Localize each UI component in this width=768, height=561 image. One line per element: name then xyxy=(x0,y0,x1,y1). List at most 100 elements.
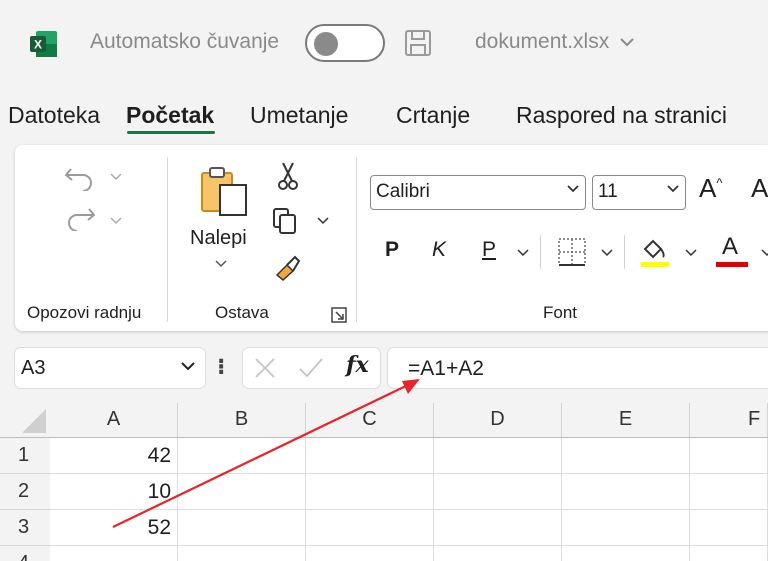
filename-button[interactable]: dokument.xlsx xyxy=(475,30,635,54)
paste-icon[interactable] xyxy=(200,165,250,217)
underline-chevron-icon[interactable] xyxy=(517,249,529,257)
cell-b3[interactable] xyxy=(178,510,306,546)
more-options-icon[interactable]: ⁝ xyxy=(217,354,225,380)
row-header-2[interactable]: 2 xyxy=(0,474,50,510)
select-all-corner[interactable] xyxy=(0,403,50,437)
undo-icon[interactable] xyxy=(63,165,97,191)
cell-d3[interactable] xyxy=(434,510,562,546)
font-group-label: Font xyxy=(543,303,578,322)
select-all-triangle-icon xyxy=(22,409,46,433)
save-icon[interactable] xyxy=(403,28,433,58)
chevron-down-icon xyxy=(181,362,195,371)
cell-e2[interactable] xyxy=(562,474,690,510)
undo-group-label: Opozovi radnju xyxy=(27,303,142,322)
tab-umetanje[interactable]: Umetanje xyxy=(250,102,348,129)
autosave-label: Automatsko čuvanje xyxy=(90,30,280,53)
svg-text:X: X xyxy=(34,38,42,52)
group-separator xyxy=(167,157,168,322)
cell-d2[interactable] xyxy=(434,474,562,510)
undo-chevron-icon[interactable] xyxy=(110,173,122,181)
bold-button[interactable]: P xyxy=(385,238,399,262)
cell-a3[interactable]: 52 xyxy=(50,510,178,546)
copy-chevron-icon[interactable] xyxy=(317,217,329,225)
column-header-d[interactable]: D xyxy=(434,403,562,437)
cell-c1[interactable] xyxy=(306,438,434,474)
font-color-button[interactable]: A xyxy=(722,233,738,261)
clipboard-group-label: Ostava xyxy=(215,303,269,322)
spreadsheet-grid: A B C D E F 1 2 3 4 42 10 52 xyxy=(0,403,768,561)
copy-icon[interactable] xyxy=(271,207,299,235)
cell-f2[interactable] xyxy=(690,474,768,510)
cell-d1[interactable] xyxy=(434,438,562,474)
font-size-value: 11 xyxy=(598,181,618,202)
title-bar: X Automatsko čuvanje dokument.xlsx xyxy=(0,0,768,90)
name-box[interactable]: A3 xyxy=(15,348,205,388)
format-painter-icon[interactable] xyxy=(273,253,301,281)
borders-icon[interactable] xyxy=(557,237,587,267)
cell-e4[interactable] xyxy=(562,546,690,561)
italic-button[interactable]: K xyxy=(432,238,446,262)
font-color-chevron-icon[interactable] xyxy=(761,249,768,257)
tab-raspored[interactable]: Raspored na stranici xyxy=(516,102,727,129)
fill-color-chevron-icon[interactable] xyxy=(685,249,697,257)
cell-c4[interactable] xyxy=(306,546,434,561)
cell-f3[interactable] xyxy=(690,510,768,546)
row-header-3[interactable]: 3 xyxy=(0,510,50,546)
column-header-b[interactable]: B xyxy=(178,403,306,437)
row-header-1[interactable]: 1 xyxy=(0,438,50,474)
formula-input[interactable]: =A1+A2 xyxy=(388,348,768,388)
cell-b2[interactable] xyxy=(178,474,306,510)
formula-controls: fx xyxy=(243,348,380,388)
autosave-toggle[interactable] xyxy=(305,24,385,62)
shrink-font-letter: A xyxy=(751,173,768,203)
redo-icon[interactable] xyxy=(63,205,97,231)
insert-function-button[interactable]: fx xyxy=(346,352,369,378)
cell-a4[interactable] xyxy=(50,546,178,561)
group-separator xyxy=(356,157,357,322)
separator xyxy=(540,235,541,269)
tab-crtanje[interactable]: Crtanje xyxy=(396,102,470,129)
column-header-c[interactable]: C xyxy=(306,403,434,437)
cancel-icon[interactable] xyxy=(253,356,277,380)
caret-up-icon: ^ xyxy=(716,175,723,191)
row-header-4[interactable]: 4 xyxy=(0,546,50,561)
font-name-value: Calibri xyxy=(376,181,430,202)
tab-pocetak[interactable]: Početak xyxy=(126,102,214,129)
column-header-a[interactable]: A xyxy=(50,403,178,437)
paste-button-label[interactable]: Nalepi xyxy=(190,227,247,250)
underline-button[interactable]: P xyxy=(482,238,496,262)
name-box-value: A3 xyxy=(21,357,46,379)
font-size-dropdown[interactable]: 11 xyxy=(592,175,686,210)
enter-check-icon[interactable] xyxy=(298,356,324,380)
cell-a1[interactable]: 42 xyxy=(50,438,178,474)
tab-datoteka[interactable]: Datoteka xyxy=(8,102,100,129)
grow-font-button[interactable]: A^ xyxy=(699,173,722,204)
cell-d4[interactable] xyxy=(434,546,562,561)
dialog-launcher-icon[interactable] xyxy=(331,307,347,323)
separator xyxy=(624,235,625,269)
cell-f4[interactable] xyxy=(690,546,768,561)
cut-icon[interactable] xyxy=(277,161,299,191)
paste-chevron-icon[interactable] xyxy=(215,260,227,268)
font-name-dropdown[interactable]: Calibri xyxy=(370,175,586,210)
cell-f1[interactable] xyxy=(690,438,768,474)
cell-a2[interactable]: 10 xyxy=(50,474,178,510)
toggle-knob xyxy=(314,32,338,56)
filename: dokument.xlsx xyxy=(475,30,610,53)
cell-b1[interactable] xyxy=(178,438,306,474)
redo-chevron-icon[interactable] xyxy=(110,217,122,225)
grow-font-letter: A xyxy=(699,173,717,203)
cell-b4[interactable] xyxy=(178,546,306,561)
column-header-f[interactable]: F xyxy=(690,403,768,437)
borders-chevron-icon[interactable] xyxy=(601,249,613,257)
fill-color-icon[interactable] xyxy=(639,235,671,269)
excel-app-icon: X xyxy=(30,31,57,57)
fill-color-swatch xyxy=(641,262,669,267)
cell-e3[interactable] xyxy=(562,510,690,546)
cell-c2[interactable] xyxy=(306,474,434,510)
cell-c3[interactable] xyxy=(306,510,434,546)
cell-e1[interactable] xyxy=(562,438,690,474)
column-header-e[interactable]: E xyxy=(562,403,690,437)
shrink-font-button[interactable]: A xyxy=(751,173,768,204)
chevron-down-icon xyxy=(567,185,579,193)
